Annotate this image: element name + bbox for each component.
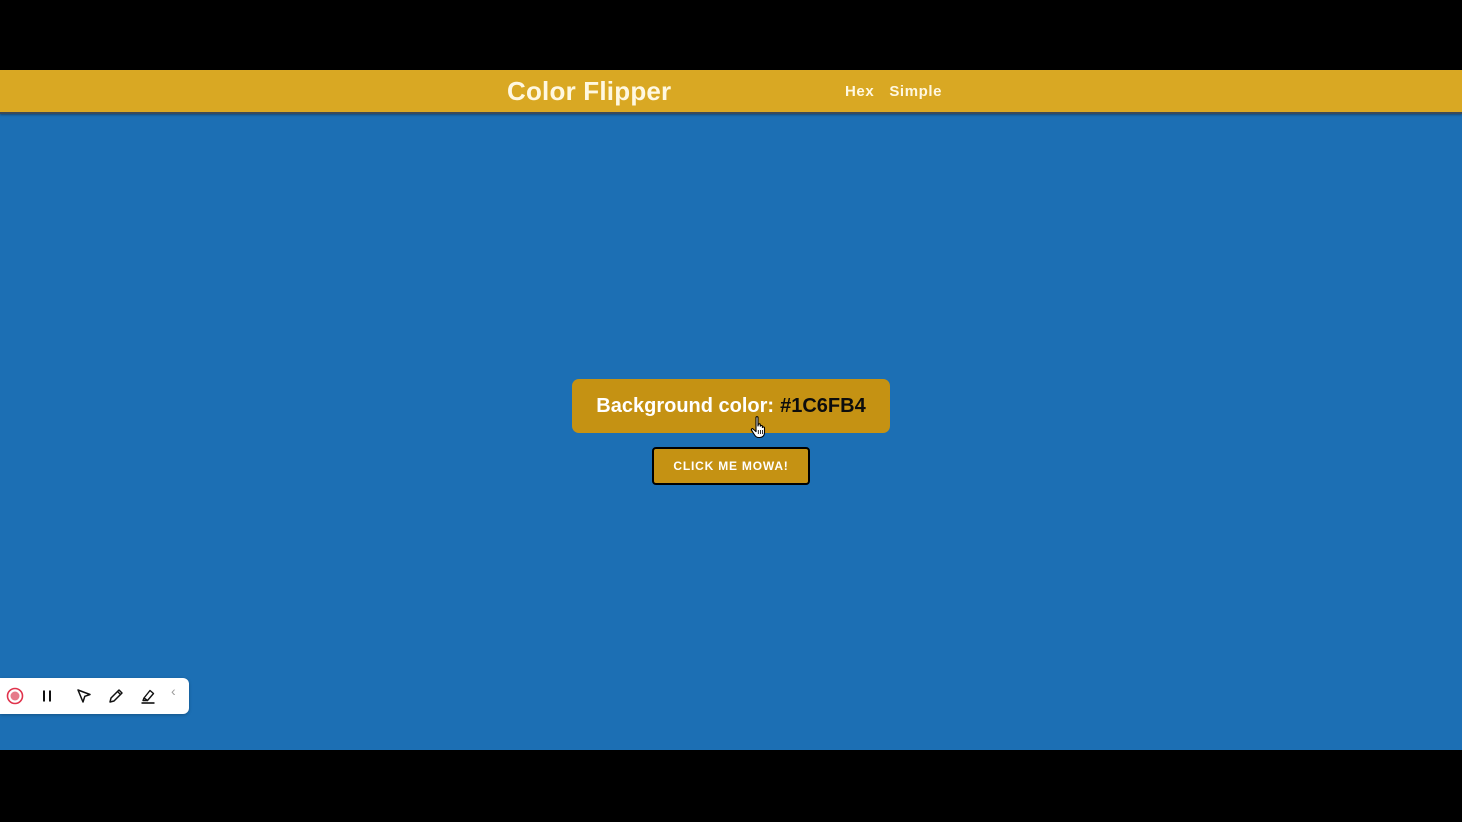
color-label: Background color: [596,394,775,417]
record-icon[interactable] [5,686,25,706]
color-value: #1C6FB4 [780,394,866,417]
chevron-left-icon[interactable]: ‹ [171,683,176,699]
app-title: Color Flipper [507,76,672,106]
pen-icon[interactable] [106,686,126,706]
nav-link-hex[interactable]: Hex [845,83,874,100]
recording-toolbar: ‹ [0,678,189,714]
flip-color-button[interactable]: CLICK ME MOWA! [652,447,810,485]
color-display: Background color: #1C6FB4 [572,379,890,433]
nav-links: Hex Simple [845,83,942,100]
pointer-icon[interactable] [74,686,94,706]
navbar: Color Flipper Hex Simple [0,70,1462,114]
hand-cursor-icon [750,416,766,439]
pause-icon[interactable] [37,686,57,706]
app-viewport: Color Flipper Hex Simple Background colo… [0,70,1462,750]
highlighter-icon[interactable] [138,686,158,706]
nav-link-simple[interactable]: Simple [889,83,942,100]
